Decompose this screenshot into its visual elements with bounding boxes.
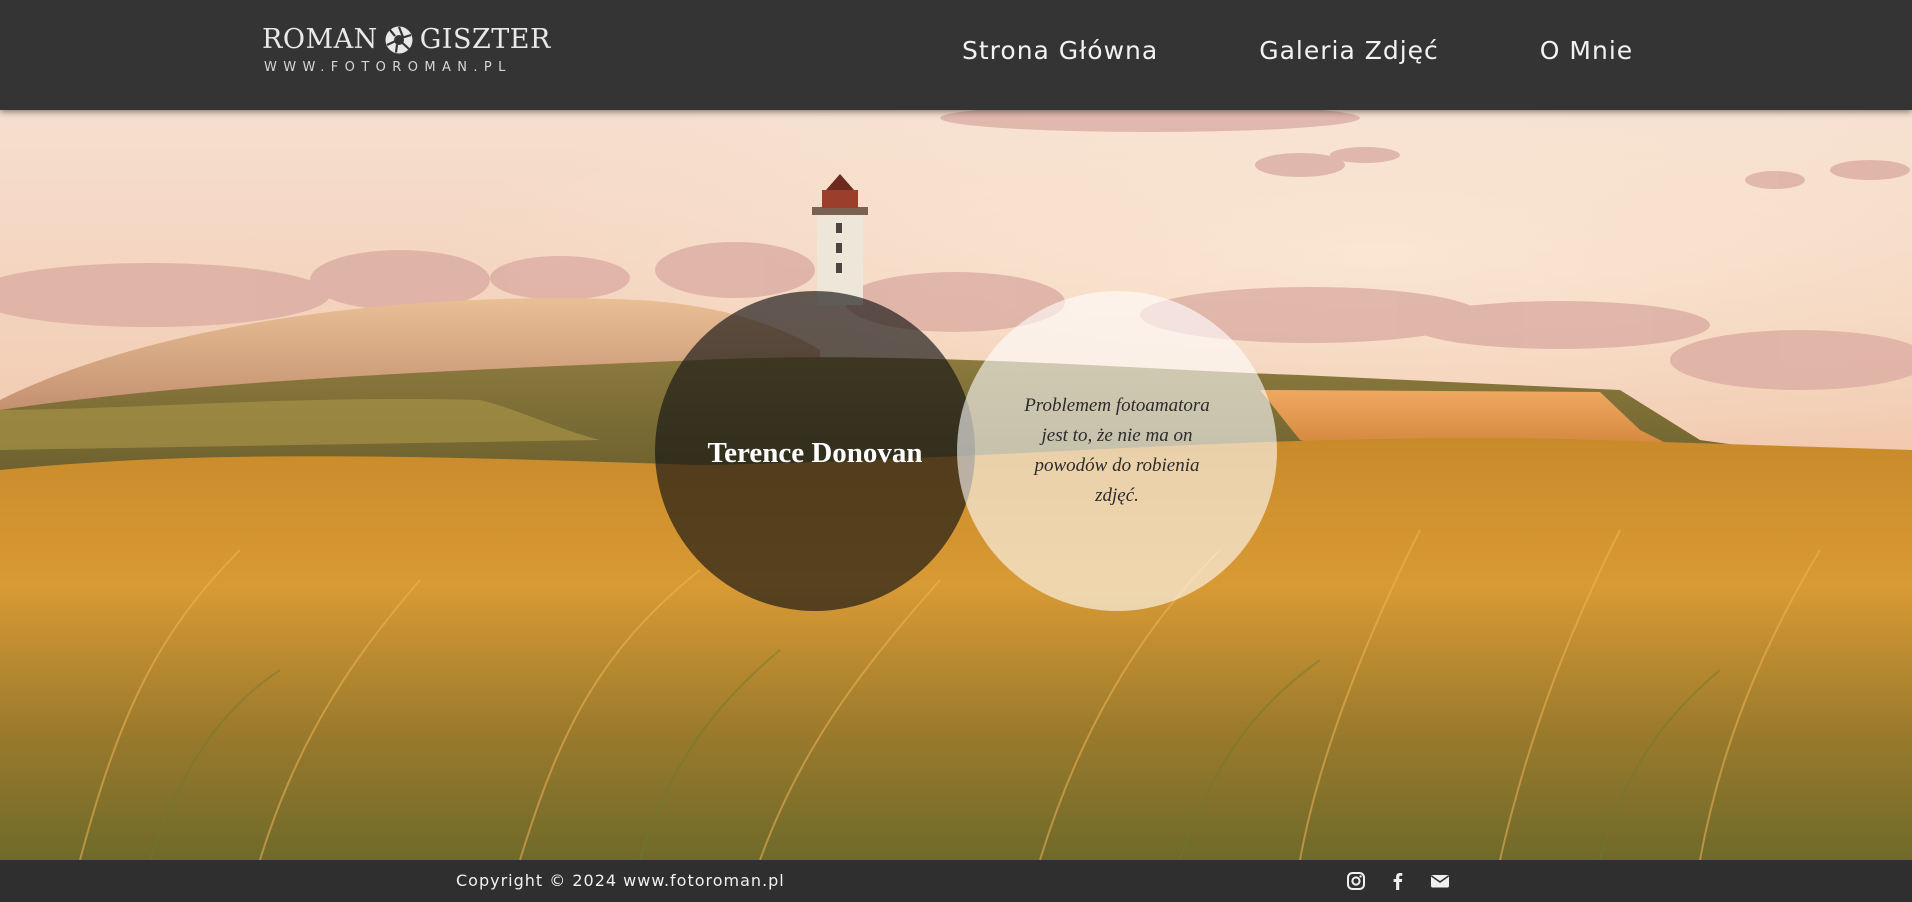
quote-author: Terence Donovan <box>707 436 923 469</box>
quote-text: Problemem fotoamatora jest to, że nie ma… <box>1024 395 1210 506</box>
site-footer: Copyright © 2024 www.fotoroman.pl <box>0 860 1912 902</box>
main-nav: Strona Główna Galeria Zdjęć O Mnie <box>962 36 1633 65</box>
hero-section: Terence Donovan Problemem fotoamatora je… <box>0 110 1912 860</box>
envelope-icon[interactable] <box>1430 871 1450 891</box>
aperture-icon <box>384 25 414 55</box>
facebook-icon[interactable] <box>1388 871 1408 891</box>
site-logo[interactable]: ROMAN GISZTER WWW.FOTOROMAN.PL <box>262 22 551 75</box>
nav-link-home[interactable]: Strona Główna <box>962 36 1158 65</box>
copyright-text: Copyright © 2024 www.fotoroman.pl <box>456 871 785 890</box>
author-circle: Terence Donovan <box>655 291 975 611</box>
instagram-icon[interactable] <box>1346 871 1366 891</box>
logo-wordmark: ROMAN GISZTER <box>262 22 551 58</box>
social-links <box>1346 871 1450 891</box>
logo-last-name: GISZTER <box>419 24 551 55</box>
site-header: ROMAN GISZTER WWW.FOTOROMAN.PL Strona Gł… <box>0 0 1912 110</box>
nav-link-about[interactable]: O Mnie <box>1540 36 1633 65</box>
quote-circle: Problemem fotoamatora jest to, że nie ma… <box>957 291 1277 611</box>
nav-link-gallery[interactable]: Galeria Zdjęć <box>1259 36 1439 65</box>
logo-subtitle: WWW.FOTOROMAN.PL <box>264 60 512 75</box>
logo-first-name: ROMAN <box>262 24 378 55</box>
